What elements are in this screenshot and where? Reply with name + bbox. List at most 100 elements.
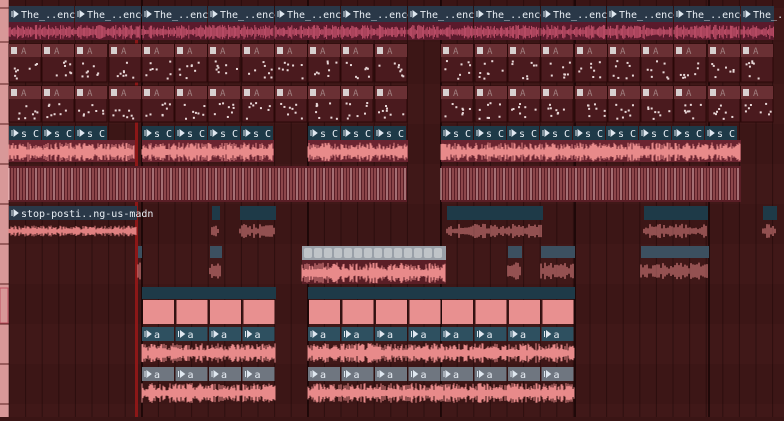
clip-body[interactable] [210,300,241,324]
pattern-clip[interactable]: A [74,43,108,83]
pattern-clip[interactable]: A [607,43,641,83]
clip[interactable]: a [375,367,407,381]
clip[interactable]: s C [241,126,273,140]
clip[interactable]: s C [142,126,174,140]
pattern-clip[interactable]: A [174,43,208,83]
pattern-clip[interactable]: A [74,85,108,123]
clip[interactable]: The_..ence [408,6,480,22]
clip[interactable]: s C [374,126,406,140]
clip-header[interactable] [508,246,522,258]
pattern-clip[interactable]: A [241,43,275,83]
playlist-arrangement[interactable]: The_..ence The_..ence The_..ence The_..ence… [0,0,784,417]
clip[interactable]: The_..ence [607,6,679,22]
clip-header[interactable] [763,206,777,220]
pattern-clip[interactable]: A [740,85,774,123]
pattern-clip[interactable]: A [540,85,574,123]
clip-header[interactable] [210,246,222,258]
clip[interactable]: s C [705,126,737,140]
clip-header[interactable] [441,287,575,299]
clip[interactable]: a [308,327,340,341]
pattern-clip[interactable]: A [307,43,341,83]
pattern-clip[interactable]: A [540,43,574,83]
pattern-clip[interactable]: A [307,85,341,123]
clip-body[interactable] [143,300,174,324]
pattern-clip[interactable]: A [507,43,541,83]
clip[interactable]: a [142,327,174,341]
pattern-clip[interactable]: A [8,43,42,83]
clip[interactable]: a [175,327,208,341]
clip[interactable]: The_..ence [341,6,413,22]
pattern-clip[interactable]: A [574,85,608,123]
pattern-clip[interactable]: A [374,85,408,123]
clip[interactable]: a [375,327,407,341]
clip-header[interactable] [447,206,543,220]
clip[interactable]: The_..ence [275,6,347,22]
clip[interactable]: The_..ence [9,6,81,22]
track-lane[interactable] [0,404,784,417]
clip[interactable]: a [441,327,473,341]
clip[interactable]: a [175,367,208,381]
pattern-clip[interactable]: A [607,85,641,123]
clip[interactable]: a [341,327,374,341]
clip[interactable]: The_..ence [75,6,147,22]
pattern-clip[interactable]: A [174,85,208,123]
clip-body[interactable] [309,300,340,324]
clip[interactable]: a [474,367,507,381]
clip-header[interactable] [641,246,709,258]
clip[interactable]: a [142,367,174,381]
clip-body[interactable] [342,300,374,324]
clip[interactable]: The_..ence [208,6,280,22]
pattern-clip[interactable]: A [673,43,707,83]
pattern-clip[interactable]: A [707,43,741,83]
pattern-clip[interactable]: A [141,43,175,83]
clip[interactable]: a [441,367,473,381]
pattern-clip[interactable]: A [108,85,142,123]
pattern-clip[interactable]: A [241,85,275,123]
clip[interactable]: s C [341,126,373,140]
clip[interactable]: a [541,327,574,341]
clip[interactable]: a [408,367,441,381]
pattern-clip[interactable]: A [41,85,75,123]
clip[interactable]: a [541,367,574,381]
clip-body[interactable] [509,300,540,324]
clip-body[interactable] [243,300,275,324]
clip[interactable]: s C [441,126,473,140]
clip[interactable]: a [474,327,507,341]
pattern-clip[interactable]: A [340,85,374,123]
clip[interactable]: s C [308,126,340,140]
clip-header[interactable] [212,206,220,220]
pattern-clip[interactable]: A [640,85,674,123]
pattern-clip[interactable]: A [574,43,608,83]
clip[interactable]: s C [9,126,41,140]
clip[interactable]: s C [672,126,704,140]
pattern-clip[interactable]: A [8,85,42,123]
clip[interactable]: s C [208,126,240,140]
clip[interactable]: a [308,367,340,381]
clip-header[interactable] [541,246,575,258]
clip-header[interactable] [644,206,708,220]
clip[interactable]: The_..ence [541,6,613,22]
clip-header[interactable] [142,287,276,299]
clip[interactable]: s C [75,126,107,140]
clip[interactable]: a [242,367,275,381]
clip-body[interactable] [475,300,507,324]
clip[interactable]: a [508,367,540,381]
clip[interactable]: s C [42,126,74,140]
pattern-clip[interactable]: A [274,85,308,123]
pattern-clip[interactable]: A [41,43,75,83]
pattern-clip[interactable]: A [673,85,707,123]
clip[interactable]: stop-posti..ng-us-madn [9,206,153,220]
pattern-clip[interactable]: A [274,43,308,83]
clip-body[interactable] [442,300,473,324]
pattern-clip[interactable]: A [141,85,175,123]
clip[interactable]: s C [639,126,671,140]
clip[interactable]: a [341,367,374,381]
clip[interactable]: s C [606,126,638,140]
clip[interactable]: s C [507,126,539,140]
pattern-clip[interactable]: A [740,43,774,83]
pattern-clip[interactable]: A [374,43,408,83]
pattern-clip[interactable]: A [474,85,508,123]
clip[interactable]: The_..ence [142,6,214,22]
clip[interactable]: a [242,327,275,341]
pattern-clip[interactable]: A [440,43,474,83]
